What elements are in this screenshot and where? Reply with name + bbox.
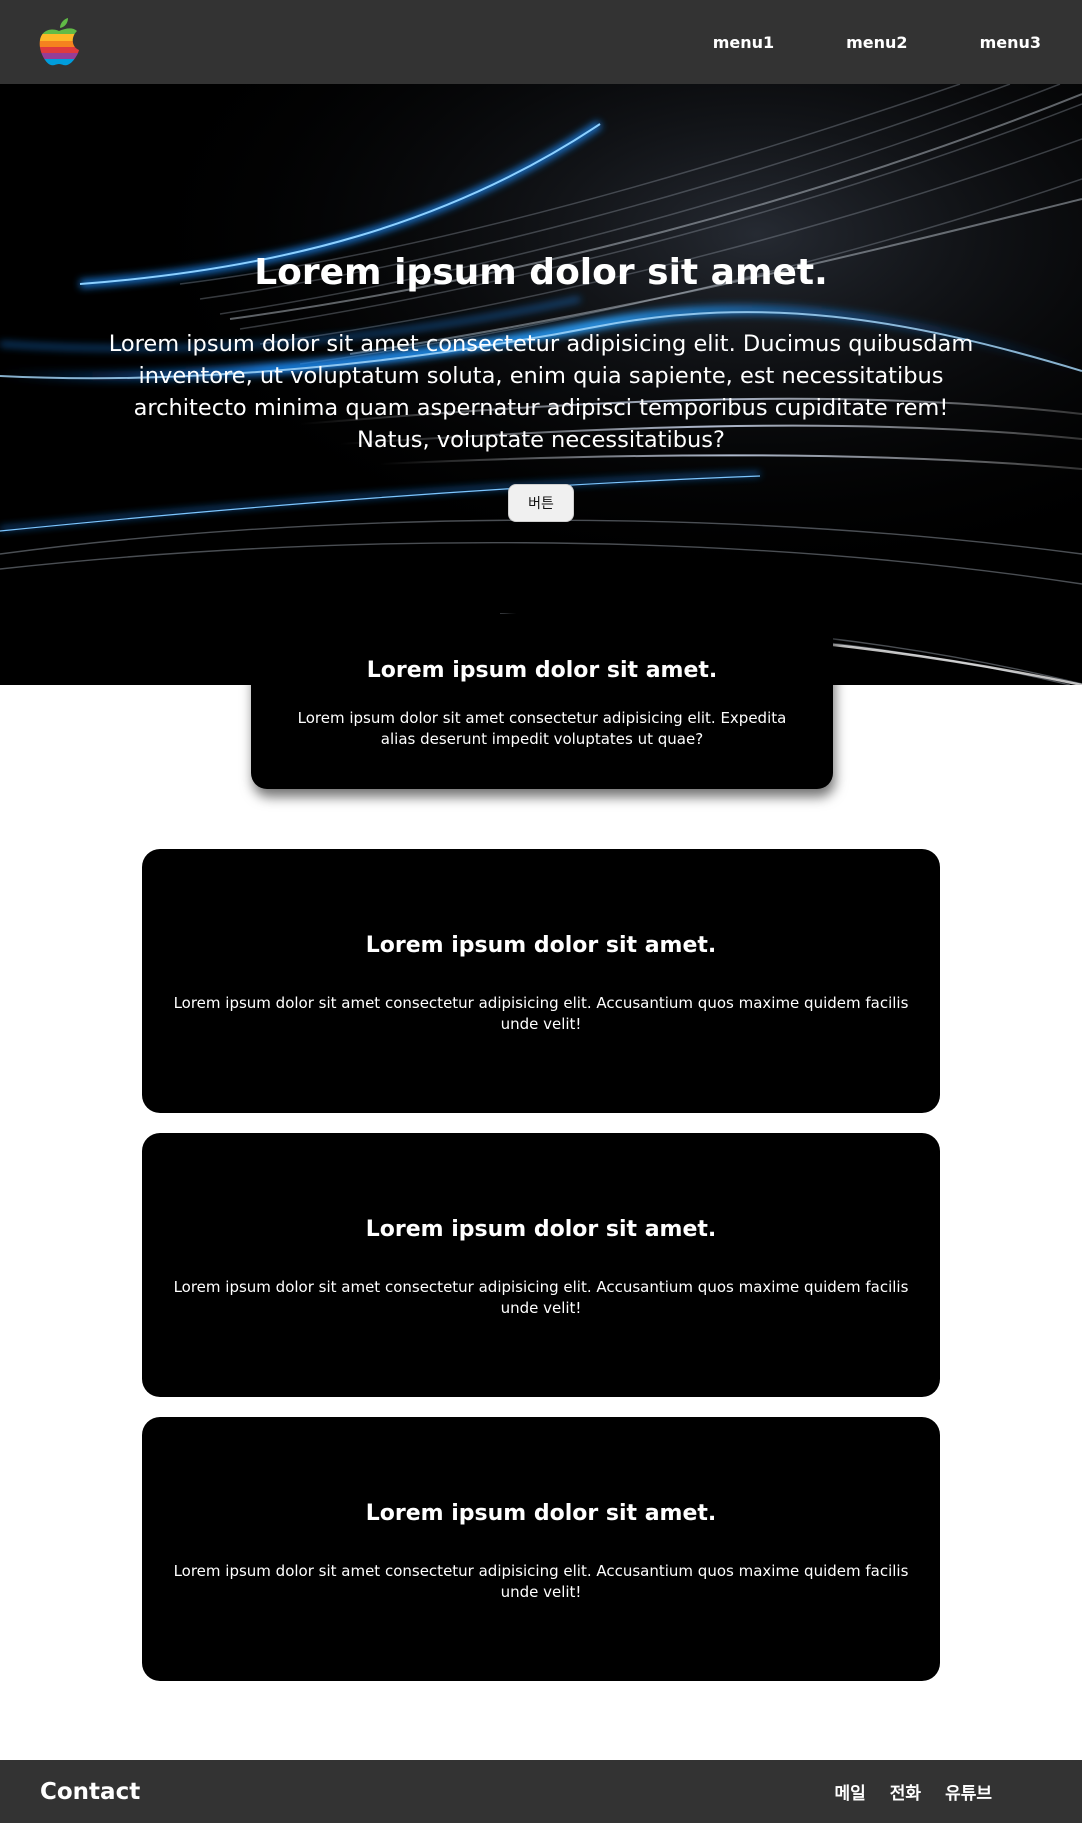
featured-card: Lorem ipsum dolor sit amet. Lorem ipsum …: [251, 614, 833, 789]
footer-link-youtube[interactable]: 유튜브: [945, 1779, 992, 1804]
content-card-text: Lorem ipsum dolor sit amet consectetur a…: [173, 1562, 909, 1601]
menu-item-3[interactable]: menu3: [980, 33, 1041, 52]
content-card-text: Lorem ipsum dolor sit amet consectetur a…: [173, 994, 909, 1033]
footer: Contact 메일 전화 유튜브: [0, 1760, 1082, 1823]
content-card: Lorem ipsum dolor sit amet. Lorem ipsum …: [142, 1417, 940, 1681]
footer-link-phone[interactable]: 전화: [890, 1779, 921, 1804]
apple-logo-icon[interactable]: [38, 17, 80, 67]
content-card-title: Lorem ipsum dolor sit amet.: [365, 1501, 717, 1526]
content-card-title: Lorem ipsum dolor sit amet.: [365, 933, 717, 958]
featured-card-text: Lorem ipsum dolor sit amet consectetur a…: [297, 709, 787, 748]
content-card-title: Lorem ipsum dolor sit amet.: [365, 1217, 717, 1242]
footer-title: Contact: [40, 1778, 141, 1805]
top-navigation-bar: menu1 menu2 menu3: [0, 0, 1082, 84]
footer-links: 메일 전화 유튜브: [835, 1779, 992, 1804]
featured-card-title: Lorem ipsum dolor sit amet.: [366, 658, 718, 683]
hero-button[interactable]: 버튼: [508, 484, 574, 522]
content-card: Lorem ipsum dolor sit amet. Lorem ipsum …: [142, 1133, 940, 1397]
hero-description: Lorem ipsum dolor sit amet consectetur a…: [108, 331, 974, 453]
hero-title: Lorem ipsum dolor sit amet.: [254, 252, 828, 293]
hero-section: Lorem ipsum dolor sit amet. Lorem ipsum …: [0, 84, 1082, 685]
content-card-text: Lorem ipsum dolor sit amet consectetur a…: [173, 1278, 909, 1317]
content-card: Lorem ipsum dolor sit amet. Lorem ipsum …: [142, 849, 940, 1113]
menu-item-1[interactable]: menu1: [713, 33, 774, 52]
main-menu: menu1 menu2 menu3: [713, 33, 1042, 52]
menu-item-2[interactable]: menu2: [846, 33, 907, 52]
footer-link-email[interactable]: 메일: [835, 1779, 866, 1804]
